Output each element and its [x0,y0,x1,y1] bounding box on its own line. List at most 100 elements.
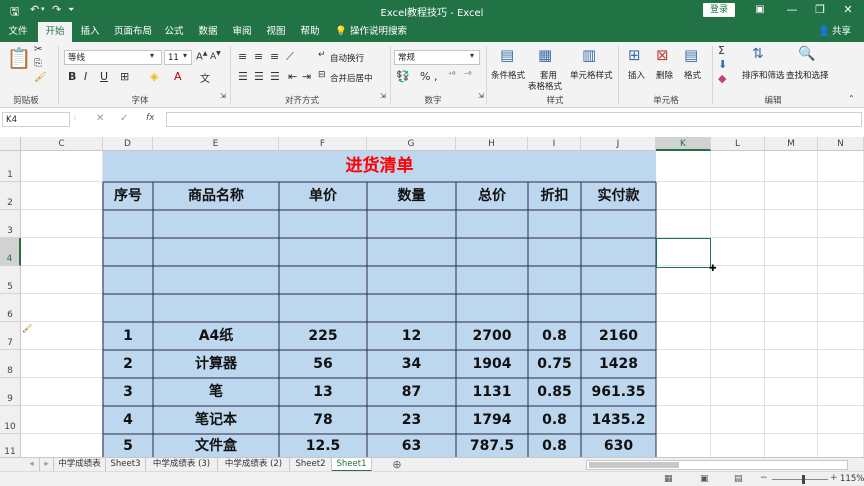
currency-icon[interactable]: 💱 [396,70,410,83]
maximize-icon[interactable]: ❐ [812,2,828,18]
zoom-slider[interactable] [772,479,828,480]
chevron-down-icon[interactable]: ▾ [470,51,474,60]
fill-icon[interactable]: ⬇ [718,58,727,71]
merge-center-icon[interactable]: ⊟ [318,70,326,80]
align-left-icon[interactable]: ☰ [238,70,248,83]
name-box-dropdown-icon[interactable]: ⋮ [72,114,78,121]
table-data-cell[interactable]: A4纸 [153,322,279,350]
tab-data[interactable]: 数据 [194,24,222,42]
align-top-icon[interactable]: ≡ [238,50,247,63]
clear-icon[interactable]: ◆ [718,72,726,85]
increase-decimal-icon[interactable]: ⁺⁰ [448,70,455,79]
tab-insert[interactable]: 插入 [76,24,104,42]
table-data-cell[interactable]: 4 [103,406,153,434]
table-data-cell[interactable]: 12 [367,322,456,350]
zoom-slider-thumb[interactable] [802,475,805,484]
font-size-select[interactable]: 11 [164,50,192,65]
prev-sheet-icon[interactable]: ◂ [24,458,40,472]
active-cell-k4[interactable] [656,238,711,268]
sheet-tab-5[interactable]: Sheet2 [290,458,332,472]
insert-cells-icon[interactable]: ⊞ [628,46,641,64]
chevron-down-icon[interactable]: ▾ [183,51,187,60]
table-data-cell[interactable]: 63 [367,434,456,459]
table-header-cell[interactable]: 总价 [456,182,528,210]
cut-icon[interactable]: ✂ [34,44,42,55]
table-data-cell[interactable]: 1 [103,322,153,350]
paste-options-icon[interactable]: 🖌 [22,324,32,333]
zoom-level[interactable]: 115% [840,474,864,484]
sheet-tab-1[interactable]: 中学成绩表 [54,458,106,472]
phonetic-icon[interactable]: 文 [200,70,210,85]
table-data-cell[interactable]: 5 [103,434,153,459]
underline-icon[interactable]: U [100,70,108,83]
table-data-cell[interactable]: 787.5 [456,434,528,459]
wrap-text-icon[interactable]: ↵ [318,50,326,60]
lightbulb-icon[interactable]: 💡 [334,24,348,42]
table-data-cell[interactable]: 630 [581,434,656,459]
font-name-select[interactable]: 等线 [64,50,162,65]
cancel-entry-icon[interactable]: ✕ [96,113,104,124]
table-data-cell[interactable]: 225 [279,322,367,350]
table-data-cell[interactable]: 78 [279,406,367,434]
table-header-cell[interactable]: 实付款 [581,182,656,210]
table-data-cell[interactable]: 0.8 [528,406,581,434]
bold-icon[interactable]: B [68,70,76,83]
table-header-cell[interactable]: 序号 [103,182,153,210]
increase-font-icon[interactable]: A▲ [196,50,207,62]
autosum-icon[interactable]: Σ [718,44,725,57]
next-sheet-icon[interactable]: ▸ [40,458,54,472]
conditional-format-button[interactable]: 条件格式 [491,69,525,81]
cell-styles-icon[interactable]: ▥ [582,46,596,64]
orientation-icon[interactable]: ⟋ [286,50,294,64]
table-data-cell[interactable]: 笔记本 [153,406,279,434]
decrease-decimal-icon[interactable]: ⁻⁰ [464,70,471,79]
italic-icon[interactable]: I [84,70,87,83]
table-title[interactable]: 进货清单 [103,151,656,182]
table-data-cell[interactable]: 12.5 [279,434,367,459]
format-as-table-icon[interactable]: ▦ [538,46,552,64]
align-middle-icon[interactable]: ≡ [254,50,263,63]
collapse-ribbon-icon[interactable]: ⌃ [848,94,855,103]
table-data-cell[interactable]: 2160 [581,322,656,350]
format-cells-button[interactable]: 格式 [684,69,701,81]
table-data-cell[interactable]: 2700 [456,322,528,350]
ribbon-display-icon[interactable]: ▣ [752,2,768,18]
paste-icon[interactable]: 📋 [6,46,32,74]
number-dialog-launcher-icon[interactable]: ⇲ [478,92,484,100]
sheet-tab-2[interactable]: Sheet3 [106,458,146,472]
sort-filter-icon[interactable]: ⇅ [752,46,764,62]
table-data-cell[interactable]: 1428 [581,350,656,378]
format-painter-icon[interactable]: 🖌 [34,72,47,83]
alignment-dialog-launcher-icon[interactable]: ⇲ [380,92,386,100]
table-data-cell[interactable]: 2 [103,350,153,378]
table-data-cell[interactable]: 1131 [456,378,528,406]
delete-cells-icon[interactable]: ⊠ [656,46,669,64]
number-format-select[interactable]: 常规 [394,50,480,65]
font-dialog-launcher-icon[interactable]: ⇲ [220,92,226,100]
merge-center-button[interactable]: 合并后居中 [330,72,373,84]
tab-review[interactable]: 审阅 [228,24,256,42]
close-icon[interactable]: ✕ [840,2,856,18]
zoom-in-icon[interactable]: + [830,473,838,483]
copy-icon[interactable]: ⎘ [34,58,42,69]
table-data-cell[interactable]: 1904 [456,350,528,378]
table-data-cell[interactable]: 1794 [456,406,528,434]
table-data-cell[interactable]: 计算器 [153,350,279,378]
wrap-text-button[interactable]: 自动换行 [330,52,364,64]
increase-indent-icon[interactable]: ⇥ [302,70,311,83]
align-center-icon[interactable]: ☰ [254,70,264,83]
table-data-cell[interactable]: 0.75 [528,350,581,378]
tab-page-layout[interactable]: 页面布局 [110,24,156,42]
table-data-cell[interactable]: 34 [367,350,456,378]
tell-me-search[interactable]: 操作说明搜索 [350,24,410,42]
table-data-cell[interactable]: 1435.2 [581,406,656,434]
decrease-font-icon[interactable]: A▼ [210,50,221,62]
table-header-cell[interactable]: 单价 [279,182,367,210]
cell-styles-button[interactable]: 单元格样式 [570,69,613,81]
table-data-cell[interactable]: 笔 [153,378,279,406]
share-user-icon[interactable]: 👤 [818,24,830,42]
table-data-cell[interactable]: 961.35 [581,378,656,406]
page-layout-view-icon[interactable]: ▣ [700,474,709,484]
scrollbar-thumb[interactable] [589,462,679,468]
comma-icon[interactable]: , [434,70,438,83]
